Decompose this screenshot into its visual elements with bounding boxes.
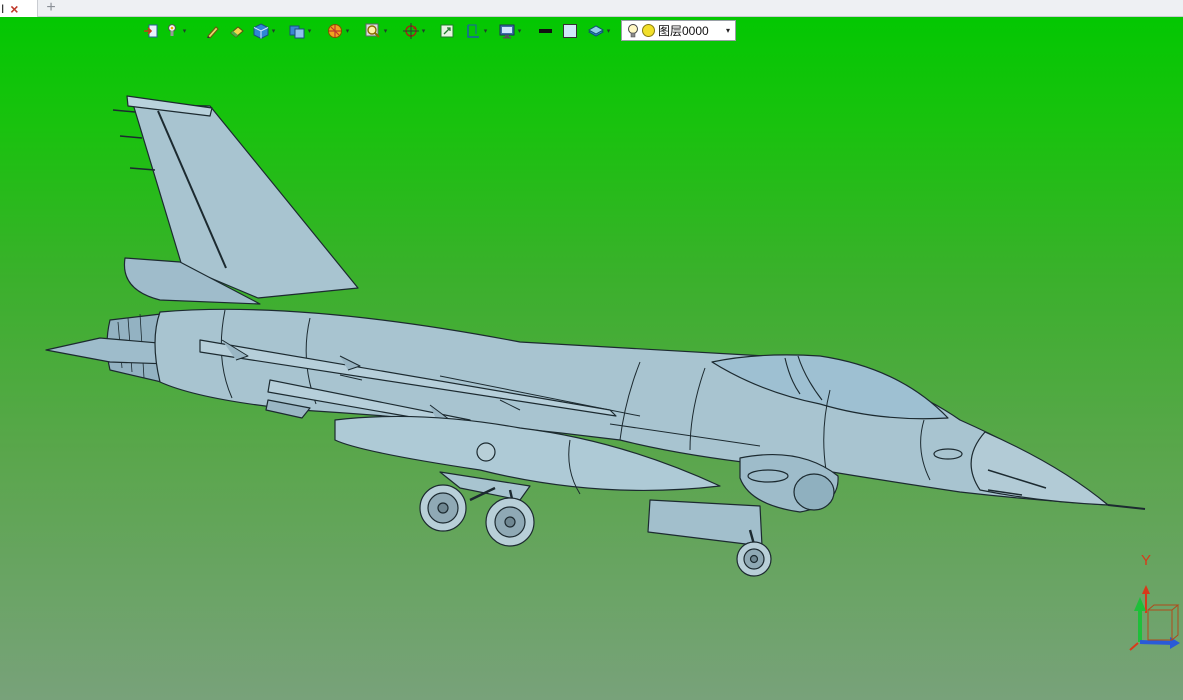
3d-viewport[interactable]: Y — [0, 17, 1183, 700]
fighter-jet-model[interactable] — [0, 17, 1183, 700]
main-landing-gear — [419, 471, 535, 547]
document-tab-label: I — [1, 1, 5, 16]
coordinate-triad: Y — [1120, 547, 1183, 657]
ventral-fin — [647, 499, 763, 547]
close-tab-icon[interactable]: × — [7, 1, 21, 17]
document-tab[interactable]: I × — [0, 0, 38, 17]
document-tab-bar: I × + — [0, 0, 1183, 17]
new-tab-plus-icon[interactable]: + — [43, 0, 59, 16]
